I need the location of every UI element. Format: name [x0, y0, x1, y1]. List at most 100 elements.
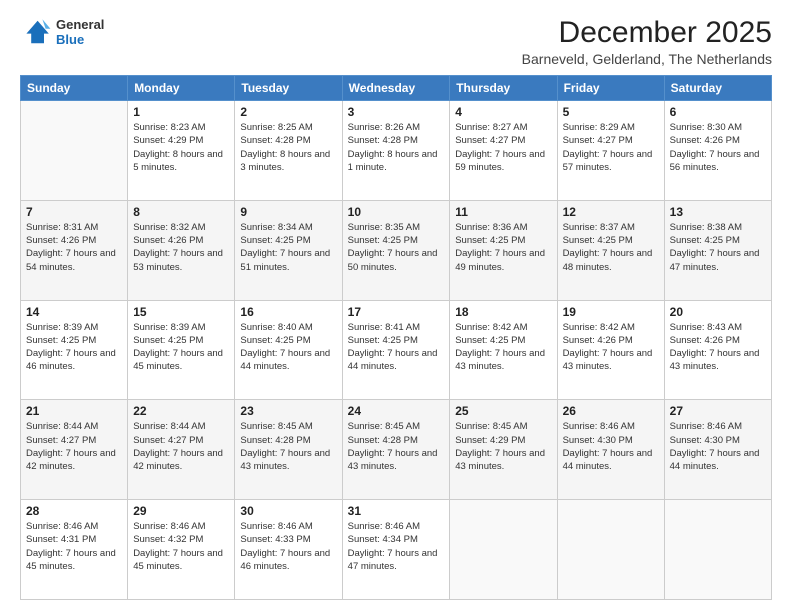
day-number: 30	[240, 504, 336, 518]
day-info: Sunrise: 8:39 AMSunset: 4:25 PMDaylight:…	[133, 321, 229, 374]
title-block: December 2025 Barneveld, Gelderland, The…	[522, 16, 772, 67]
day-number: 1	[133, 105, 229, 119]
day-info: Sunrise: 8:42 AMSunset: 4:25 PMDaylight:…	[455, 321, 551, 374]
day-info: Sunrise: 8:46 AMSunset: 4:30 PMDaylight:…	[563, 420, 659, 473]
calendar-cell: 27 Sunrise: 8:46 AMSunset: 4:30 PMDayligh…	[664, 400, 771, 500]
week-row-3: 21 Sunrise: 8:44 AMSunset: 4:27 PMDayligh…	[21, 400, 772, 500]
day-info: Sunrise: 8:37 AMSunset: 4:25 PMDaylight:…	[563, 221, 659, 274]
col-tuesday: Tuesday	[235, 76, 342, 101]
day-number: 14	[26, 305, 122, 319]
header: General Blue December 2025 Barneveld, Ge…	[20, 16, 772, 67]
day-info: Sunrise: 8:38 AMSunset: 4:25 PMDaylight:…	[670, 221, 766, 274]
calendar-cell: 31Sunrise: 8:46 AMSunset: 4:34 PMDayligh…	[342, 500, 450, 600]
calendar-cell: 3 Sunrise: 8:26 AMSunset: 4:28 PMDaylight…	[342, 101, 450, 201]
day-number: 3	[348, 105, 445, 119]
calendar-cell: 19 Sunrise: 8:42 AMSunset: 4:26 PMDayligh…	[557, 300, 664, 400]
day-info: Sunrise: 8:46 AMSunset: 4:30 PMDaylight:…	[670, 420, 766, 473]
day-number: 7	[26, 205, 122, 219]
calendar-cell: 23Sunrise: 8:45 AMSunset: 4:28 PMDayligh…	[235, 400, 342, 500]
calendar-cell: 4Sunrise: 8:27 AMSunset: 4:27 PMDaylight…	[450, 101, 557, 201]
day-info: Sunrise: 8:44 AMSunset: 4:27 PMDaylight:…	[133, 420, 229, 473]
calendar-cell: 13 Sunrise: 8:38 AMSunset: 4:25 PMDayligh…	[664, 200, 771, 300]
calendar-cell: 20Sunrise: 8:43 AMSunset: 4:26 PMDayligh…	[664, 300, 771, 400]
main-title: December 2025	[522, 16, 772, 49]
calendar-cell: 2Sunrise: 8:25 AMSunset: 4:28 PMDaylight…	[235, 101, 342, 201]
calendar-cell: 18 Sunrise: 8:42 AMSunset: 4:25 PMDayligh…	[450, 300, 557, 400]
calendar-cell	[21, 101, 128, 201]
col-monday: Monday	[128, 76, 235, 101]
week-row-4: 28 Sunrise: 8:46 AMSunset: 4:31 PMDayligh…	[21, 500, 772, 600]
calendar-cell: 26 Sunrise: 8:46 AMSunset: 4:30 PMDayligh…	[557, 400, 664, 500]
week-row-2: 14 Sunrise: 8:39 AMSunset: 4:25 PMDayligh…	[21, 300, 772, 400]
col-sunday: Sunday	[21, 76, 128, 101]
day-number: 24	[348, 404, 445, 418]
subtitle: Barneveld, Gelderland, The Netherlands	[522, 51, 772, 67]
day-number: 27	[670, 404, 766, 418]
calendar-cell: 28 Sunrise: 8:46 AMSunset: 4:31 PMDayligh…	[21, 500, 128, 600]
day-info: Sunrise: 8:27 AMSunset: 4:27 PMDaylight:…	[455, 121, 551, 174]
day-number: 15	[133, 305, 229, 319]
calendar-cell	[557, 500, 664, 600]
day-info: Sunrise: 8:46 AMSunset: 4:33 PMDaylight:…	[240, 520, 336, 573]
day-info: Sunrise: 8:41 AMSunset: 4:25 PMDaylight:…	[348, 321, 445, 374]
day-number: 28	[26, 504, 122, 518]
day-number: 26	[563, 404, 659, 418]
logo-text: General Blue	[56, 17, 104, 47]
day-number: 8	[133, 205, 229, 219]
calendar-cell	[664, 500, 771, 600]
day-info: Sunrise: 8:23 AMSunset: 4:29 PMDaylight:…	[133, 121, 229, 174]
calendar-cell: 30 Sunrise: 8:46 AMSunset: 4:33 PMDayligh…	[235, 500, 342, 600]
calendar-cell: 14 Sunrise: 8:39 AMSunset: 4:25 PMDayligh…	[21, 300, 128, 400]
day-info: Sunrise: 8:46 AMSunset: 4:32 PMDaylight:…	[133, 520, 229, 573]
day-info: Sunrise: 8:30 AMSunset: 4:26 PMDaylight:…	[670, 121, 766, 174]
calendar-cell: 5 Sunrise: 8:29 AMSunset: 4:27 PMDaylight…	[557, 101, 664, 201]
day-info: Sunrise: 8:45 AMSunset: 4:28 PMDaylight:…	[240, 420, 336, 473]
calendar-cell: 15 Sunrise: 8:39 AMSunset: 4:25 PMDayligh…	[128, 300, 235, 400]
week-row-1: 7 Sunrise: 8:31 AMSunset: 4:26 PMDaylight…	[21, 200, 772, 300]
day-number: 21	[26, 404, 122, 418]
calendar-cell: 21Sunrise: 8:44 AMSunset: 4:27 PMDayligh…	[21, 400, 128, 500]
calendar-cell: 16 Sunrise: 8:40 AMSunset: 4:25 PMDayligh…	[235, 300, 342, 400]
calendar-cell: 24Sunrise: 8:45 AMSunset: 4:28 PMDayligh…	[342, 400, 450, 500]
day-info: Sunrise: 8:29 AMSunset: 4:27 PMDaylight:…	[563, 121, 659, 174]
day-info: Sunrise: 8:25 AMSunset: 4:28 PMDaylight:…	[240, 121, 336, 174]
day-number: 11	[455, 205, 551, 219]
page: General Blue December 2025 Barneveld, Ge…	[0, 0, 792, 612]
day-number: 19	[563, 305, 659, 319]
day-info: Sunrise: 8:26 AMSunset: 4:28 PMDaylight:…	[348, 121, 445, 174]
calendar-cell	[450, 500, 557, 600]
day-info: Sunrise: 8:43 AMSunset: 4:26 PMDaylight:…	[670, 321, 766, 374]
week-row-0: 1 Sunrise: 8:23 AMSunset: 4:29 PMDaylight…	[21, 101, 772, 201]
day-number: 29	[133, 504, 229, 518]
day-number: 16	[240, 305, 336, 319]
calendar-cell: 25 Sunrise: 8:45 AMSunset: 4:29 PMDayligh…	[450, 400, 557, 500]
day-info: Sunrise: 8:35 AMSunset: 4:25 PMDaylight:…	[348, 221, 445, 274]
calendar-cell: 7 Sunrise: 8:31 AMSunset: 4:26 PMDaylight…	[21, 200, 128, 300]
calendar-cell: 9Sunrise: 8:34 AMSunset: 4:25 PMDaylight…	[235, 200, 342, 300]
calendar-table: Sunday Monday Tuesday Wednesday Thursday…	[20, 75, 772, 600]
col-thursday: Thursday	[450, 76, 557, 101]
day-info: Sunrise: 8:42 AMSunset: 4:26 PMDaylight:…	[563, 321, 659, 374]
day-info: Sunrise: 8:46 AMSunset: 4:34 PMDaylight:…	[348, 520, 445, 573]
day-number: 22	[133, 404, 229, 418]
day-info: Sunrise: 8:46 AMSunset: 4:31 PMDaylight:…	[26, 520, 122, 573]
day-number: 13	[670, 205, 766, 219]
calendar-cell: 17Sunrise: 8:41 AMSunset: 4:25 PMDayligh…	[342, 300, 450, 400]
col-wednesday: Wednesday	[342, 76, 450, 101]
day-info: Sunrise: 8:34 AMSunset: 4:25 PMDaylight:…	[240, 221, 336, 274]
calendar-cell: 11 Sunrise: 8:36 AMSunset: 4:25 PMDayligh…	[450, 200, 557, 300]
day-info: Sunrise: 8:45 AMSunset: 4:29 PMDaylight:…	[455, 420, 551, 473]
calendar-cell: 1 Sunrise: 8:23 AMSunset: 4:29 PMDaylight…	[128, 101, 235, 201]
calendar-cell: 8Sunrise: 8:32 AMSunset: 4:26 PMDaylight…	[128, 200, 235, 300]
day-info: Sunrise: 8:39 AMSunset: 4:25 PMDaylight:…	[26, 321, 122, 374]
day-number: 5	[563, 105, 659, 119]
day-info: Sunrise: 8:36 AMSunset: 4:25 PMDaylight:…	[455, 221, 551, 274]
col-friday: Friday	[557, 76, 664, 101]
logo-icon	[20, 16, 52, 48]
day-number: 25	[455, 404, 551, 418]
day-number: 6	[670, 105, 766, 119]
day-info: Sunrise: 8:40 AMSunset: 4:25 PMDaylight:…	[240, 321, 336, 374]
calendar-cell: 12Sunrise: 8:37 AMSunset: 4:25 PMDayligh…	[557, 200, 664, 300]
day-info: Sunrise: 8:31 AMSunset: 4:26 PMDaylight:…	[26, 221, 122, 274]
day-number: 18	[455, 305, 551, 319]
